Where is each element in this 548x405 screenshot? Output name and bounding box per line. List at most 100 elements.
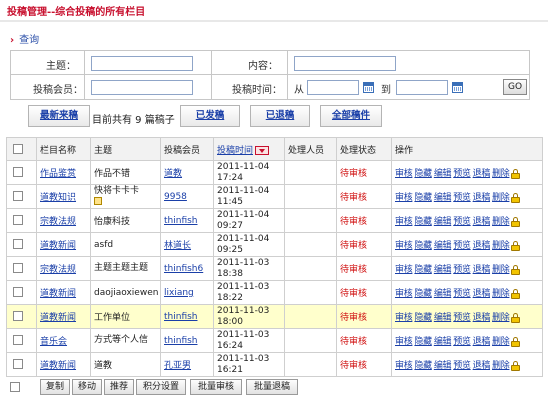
to-date-input[interactable]	[396, 80, 448, 95]
preview-link[interactable]: 预览	[453, 289, 471, 299]
points-settings-button[interactable]: 积分设置	[136, 379, 186, 395]
row-checkbox[interactable]	[13, 287, 23, 298]
hide-link[interactable]: 隐藏	[414, 217, 432, 227]
delete-link[interactable]: 删除	[492, 217, 510, 227]
approve-link[interactable]: 审核	[395, 169, 413, 179]
copy-button[interactable]: 复制	[40, 379, 70, 395]
return-link[interactable]: 退稿	[473, 169, 491, 179]
returned-button[interactable]: 已退稿	[250, 105, 310, 127]
hide-link[interactable]: 隐藏	[414, 169, 432, 179]
row-checkbox[interactable]	[13, 167, 23, 178]
batch-approve-button[interactable]: 批量审核	[190, 379, 242, 395]
column-link[interactable]: 作品鉴赏	[40, 169, 76, 179]
row-checkbox[interactable]	[13, 191, 23, 202]
approve-link[interactable]: 审核	[395, 313, 413, 323]
member-link[interactable]: thinfish	[164, 312, 198, 322]
approve-link[interactable]: 审核	[395, 337, 413, 347]
member-link[interactable]: 9958	[164, 192, 187, 202]
batch-return-button[interactable]: 批量退稿	[246, 379, 298, 395]
member-link[interactable]: thinfish	[164, 336, 198, 346]
preview-link[interactable]: 预览	[453, 313, 471, 323]
row-checkbox[interactable]	[13, 359, 23, 370]
row-checkbox[interactable]	[13, 263, 23, 274]
edit-link[interactable]: 编辑	[434, 193, 452, 203]
select-all-checkbox[interactable]	[13, 143, 23, 154]
edit-link[interactable]: 编辑	[434, 361, 452, 371]
edit-link[interactable]: 编辑	[434, 337, 452, 347]
recommend-button[interactable]: 推荐	[104, 379, 134, 395]
delete-link[interactable]: 删除	[492, 193, 510, 203]
approve-link[interactable]: 审核	[395, 217, 413, 227]
lock-icon[interactable]	[511, 264, 521, 275]
calendar-icon[interactable]	[452, 82, 463, 93]
all-submissions-button[interactable]: 全部稿件	[320, 105, 382, 127]
lock-icon[interactable]	[511, 192, 521, 203]
delete-link[interactable]: 删除	[492, 313, 510, 323]
hide-link[interactable]: 隐藏	[414, 313, 432, 323]
edit-link[interactable]: 编辑	[434, 265, 452, 275]
preview-link[interactable]: 预览	[453, 265, 471, 275]
select-all-bottom-checkbox[interactable]	[10, 382, 20, 392]
lock-icon[interactable]	[511, 288, 521, 299]
col-header-time[interactable]: 投稿时间	[213, 137, 285, 161]
published-button[interactable]: 已发稿	[180, 105, 240, 127]
hide-link[interactable]: 隐藏	[414, 289, 432, 299]
column-link[interactable]: 道教新闻	[40, 241, 76, 251]
lock-icon[interactable]	[511, 360, 521, 371]
member-link[interactable]: 道教	[164, 169, 182, 179]
member-link[interactable]: thinfish	[164, 216, 198, 226]
sort-down-icon[interactable]	[255, 145, 270, 155]
go-button[interactable]: GO	[503, 79, 527, 95]
edit-link[interactable]: 编辑	[434, 241, 452, 251]
lock-icon[interactable]	[511, 312, 521, 323]
sort-time-link[interactable]: 投稿时间	[217, 146, 253, 156]
column-link[interactable]: 音乐会	[40, 337, 67, 347]
preview-link[interactable]: 预览	[453, 217, 471, 227]
lock-icon[interactable]	[511, 336, 521, 347]
preview-link[interactable]: 预览	[453, 169, 471, 179]
hide-link[interactable]: 隐藏	[414, 193, 432, 203]
member-link[interactable]: thinfish6	[164, 264, 203, 274]
content-input[interactable]	[294, 56, 396, 71]
hide-link[interactable]: 隐藏	[414, 241, 432, 251]
edit-link[interactable]: 编辑	[434, 169, 452, 179]
hide-link[interactable]: 隐藏	[414, 265, 432, 275]
preview-link[interactable]: 预览	[453, 361, 471, 371]
preview-link[interactable]: 预览	[453, 241, 471, 251]
member-link[interactable]: 林道长	[164, 241, 191, 251]
row-checkbox[interactable]	[13, 335, 23, 346]
preview-link[interactable]: 预览	[453, 337, 471, 347]
hide-link[interactable]: 隐藏	[414, 361, 432, 371]
member-link[interactable]: lixiang	[164, 288, 194, 298]
return-link[interactable]: 退稿	[473, 193, 491, 203]
hide-link[interactable]: 隐藏	[414, 337, 432, 347]
return-link[interactable]: 退稿	[473, 337, 491, 347]
column-link[interactable]: 道教新闻	[40, 313, 76, 323]
row-checkbox[interactable]	[13, 239, 23, 250]
column-link[interactable]: 道教新闻	[40, 361, 76, 371]
delete-link[interactable]: 删除	[492, 289, 510, 299]
return-link[interactable]: 退稿	[473, 241, 491, 251]
edit-link[interactable]: 编辑	[434, 217, 452, 227]
delete-link[interactable]: 删除	[492, 337, 510, 347]
column-link[interactable]: 道教知识	[40, 193, 76, 203]
subject-input[interactable]	[91, 56, 193, 71]
return-link[interactable]: 退稿	[473, 313, 491, 323]
column-link[interactable]: 道教新闻	[40, 289, 76, 299]
delete-link[interactable]: 删除	[492, 361, 510, 371]
move-button[interactable]: 移动	[72, 379, 102, 395]
lock-icon[interactable]	[511, 168, 521, 179]
approve-link[interactable]: 审核	[395, 289, 413, 299]
approve-link[interactable]: 审核	[395, 241, 413, 251]
return-link[interactable]: 退稿	[473, 217, 491, 227]
delete-link[interactable]: 删除	[492, 241, 510, 251]
member-link[interactable]: 孔亚男	[164, 361, 191, 371]
calendar-icon[interactable]	[363, 82, 374, 93]
edit-link[interactable]: 编辑	[434, 313, 452, 323]
preview-link[interactable]: 预览	[453, 193, 471, 203]
approve-link[interactable]: 审核	[395, 193, 413, 203]
lock-icon[interactable]	[511, 216, 521, 227]
approve-link[interactable]: 审核	[395, 265, 413, 275]
approve-link[interactable]: 审核	[395, 361, 413, 371]
column-link[interactable]: 宗教法规	[40, 217, 76, 227]
